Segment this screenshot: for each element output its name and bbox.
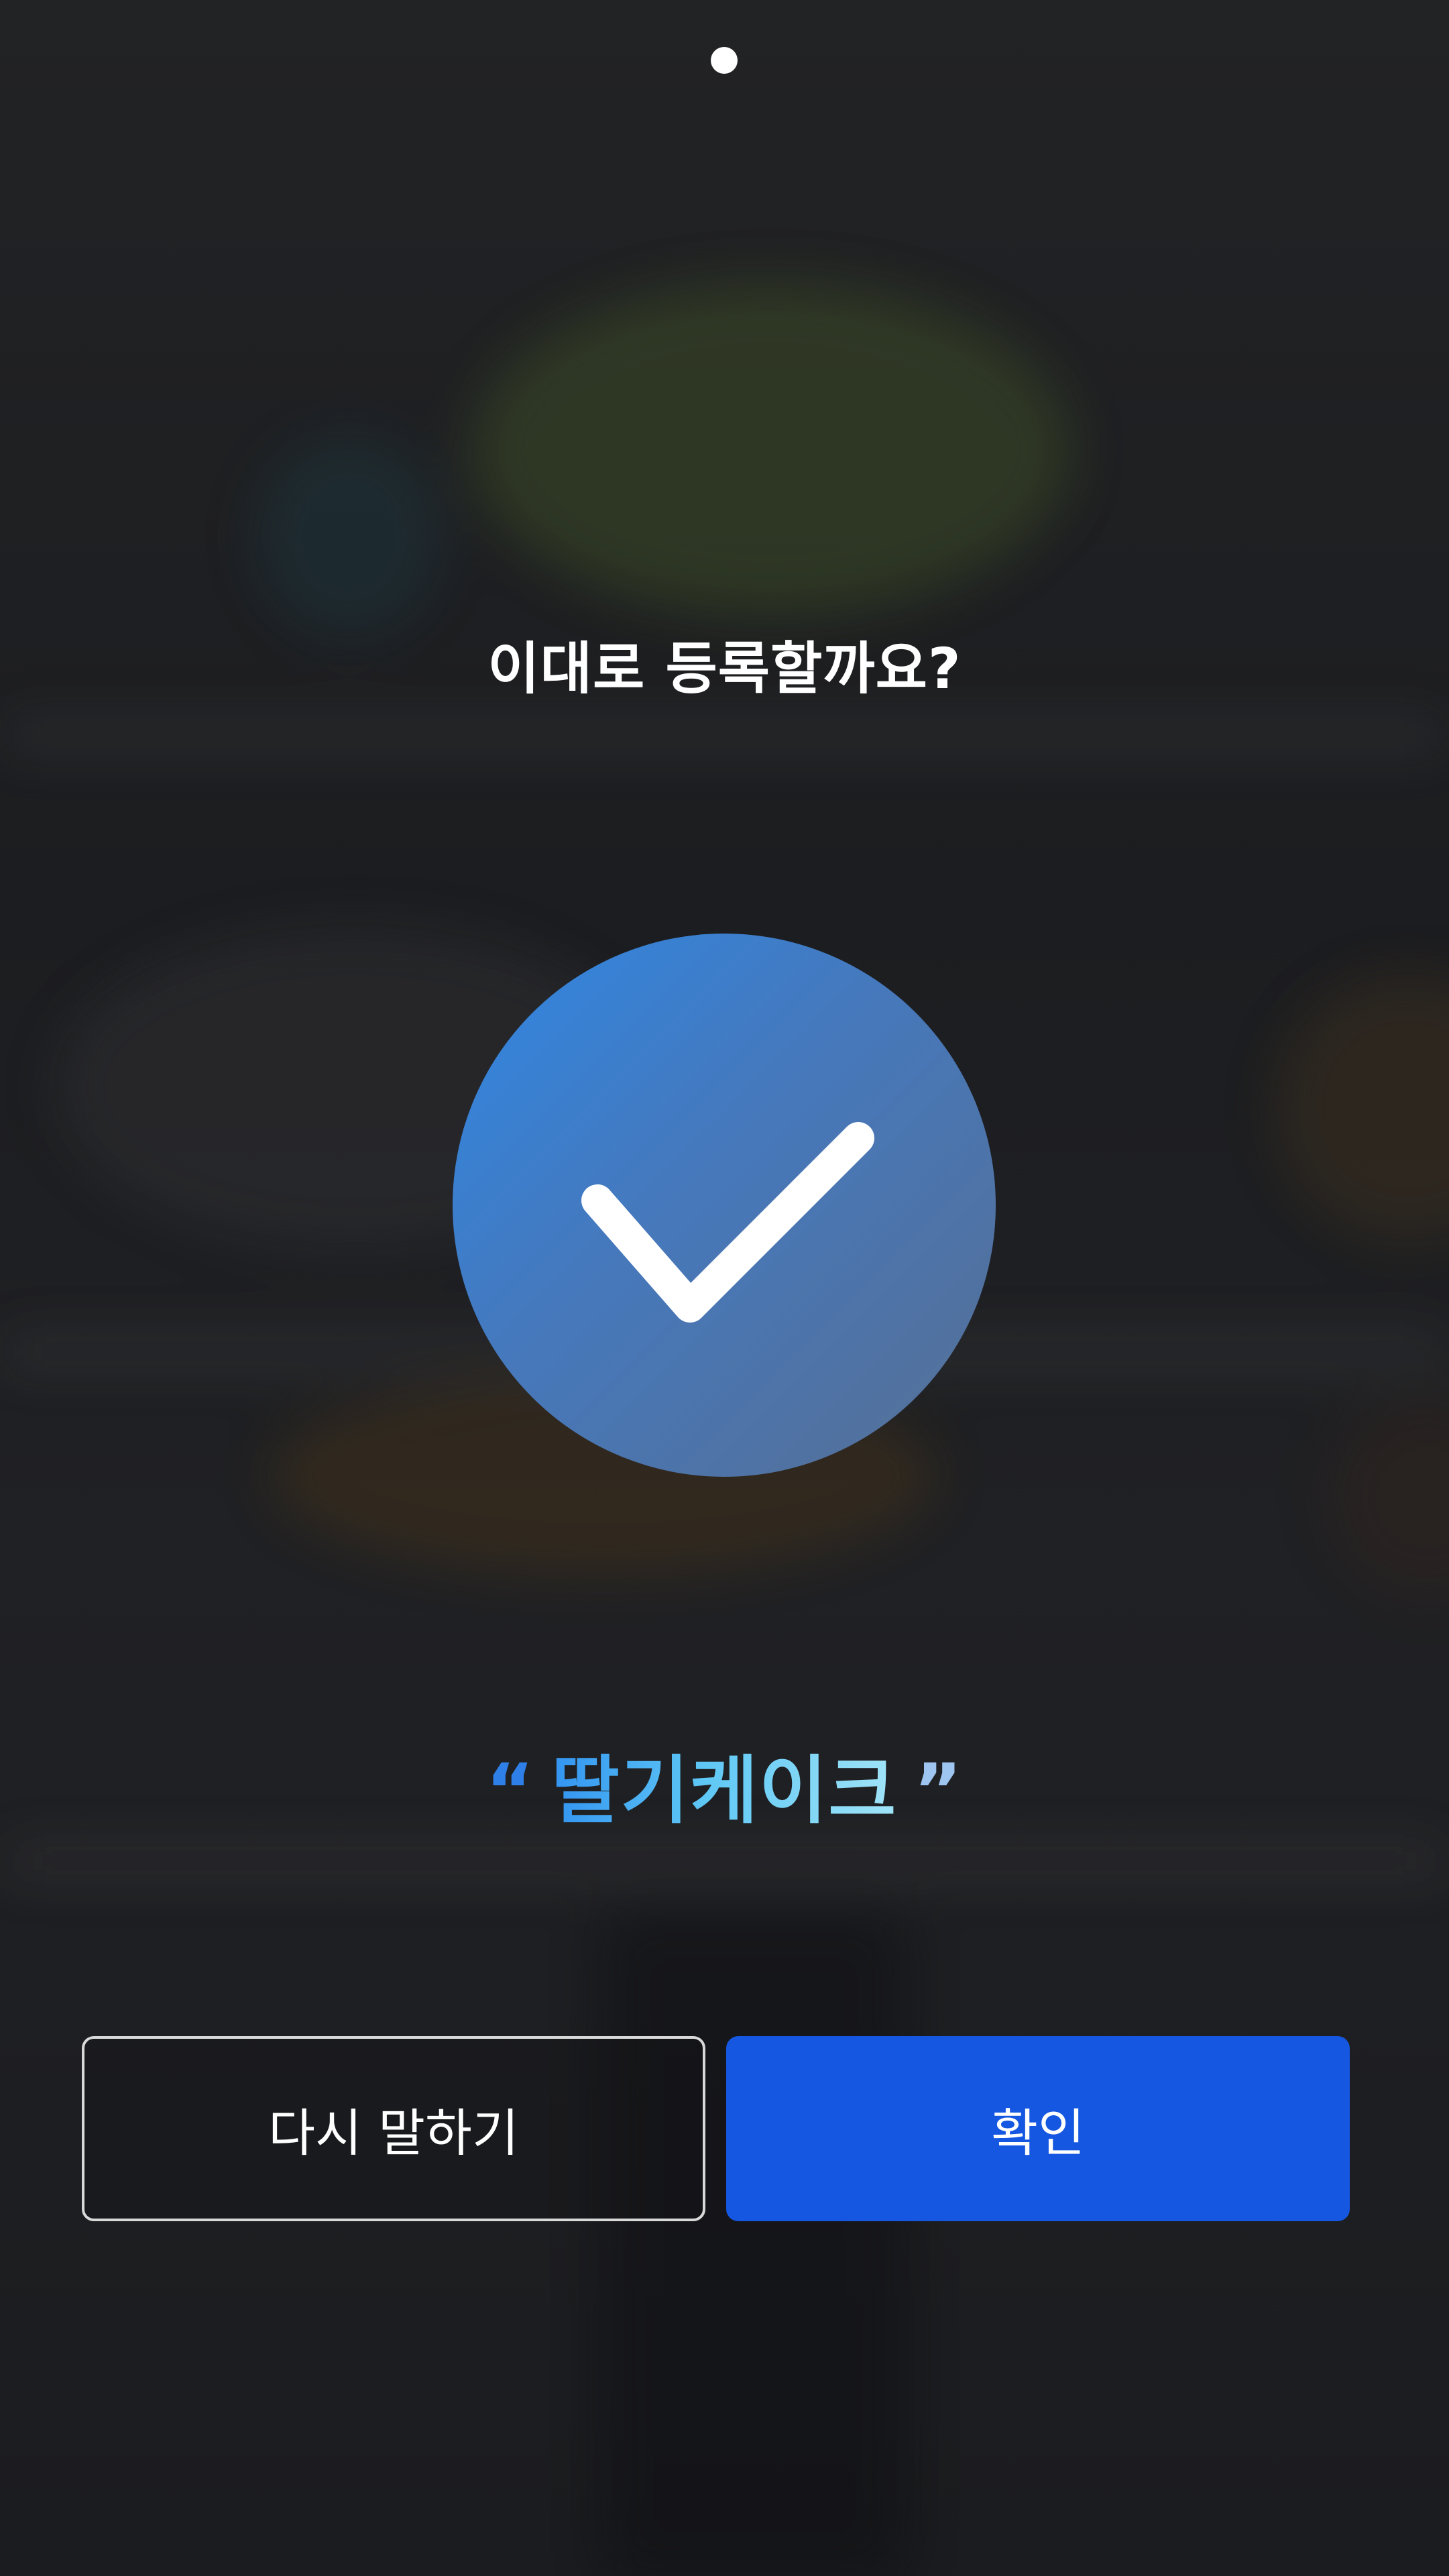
confirm-question: 이대로 등록할까요?	[487, 636, 962, 702]
recognized-word: 딸기케이크	[536, 1748, 914, 1834]
food-blur	[255, 436, 443, 637]
food-blur	[1274, 972, 1449, 1241]
retry-button-label: 다시 말하기	[268, 2103, 519, 2163]
check-mark	[581, 1122, 874, 1323]
open-quote: “	[485, 1748, 536, 1834]
shelf	[0, 711, 1449, 758]
bottle-blur	[603, 1911, 905, 2576]
page-indicator-dot	[711, 47, 738, 74]
voice-confirm-screen: 이대로 등록할까요? “딸기케이크” 다시 말하기 확인	[0, 0, 1449, 2576]
close-quote: ”	[913, 1748, 964, 1834]
confirm-button[interactable]: 확인	[726, 2036, 1350, 2221]
confirm-button-label: 확인	[991, 2103, 1085, 2163]
shelf	[0, 1838, 1449, 1885]
check-icon	[453, 934, 996, 1477]
food-blur	[469, 282, 1073, 617]
food-blur	[1328, 1395, 1449, 1596]
recognized-text: “딸기케이크”	[0, 1730, 1449, 1838]
retry-button[interactable]: 다시 말하기	[82, 2036, 705, 2221]
